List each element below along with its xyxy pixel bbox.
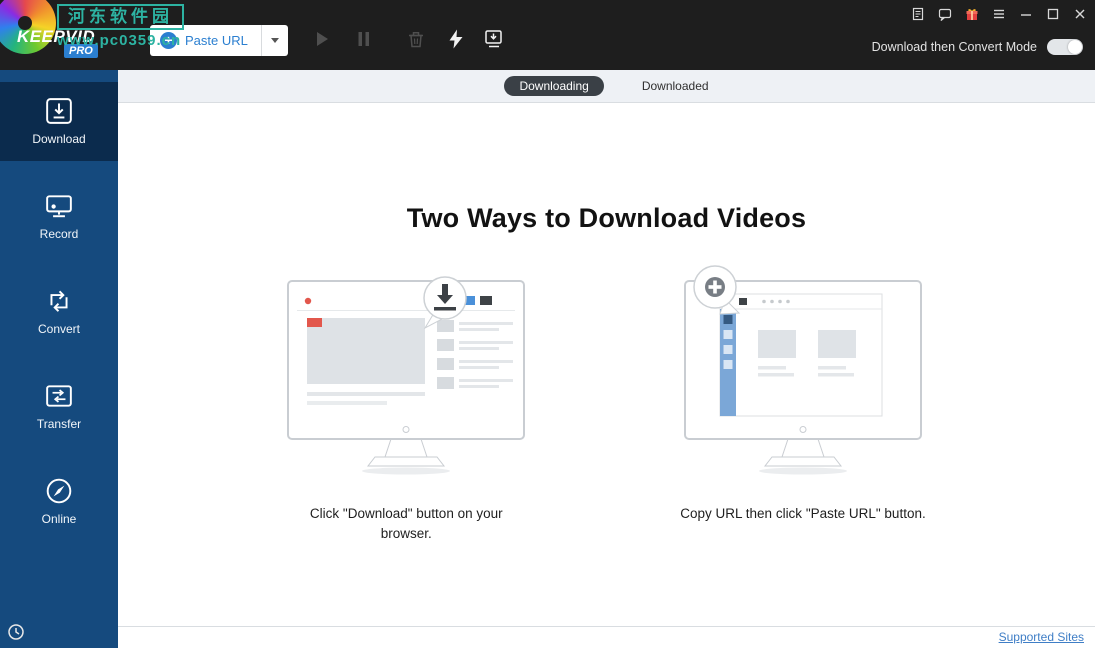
download-methods: Click "Download" button on your browser. bbox=[118, 280, 1095, 545]
sidebar-label-convert: Convert bbox=[38, 322, 80, 336]
plus-circle-icon bbox=[705, 277, 725, 297]
watermark-line1: 河东软件园 bbox=[57, 4, 184, 30]
sidebar-item-transfer[interactable]: Transfer bbox=[0, 367, 118, 446]
minimize-icon bbox=[1019, 7, 1033, 21]
paste-url-dropdown-button[interactable] bbox=[261, 25, 288, 56]
download-icon bbox=[45, 97, 73, 125]
sidebar: Download Record Convert bbox=[0, 70, 118, 648]
chevron-down-icon bbox=[271, 38, 279, 43]
sidebar-item-record[interactable]: Record bbox=[0, 177, 118, 256]
download-tabs: Downloading Downloaded bbox=[118, 70, 1095, 103]
window-controls bbox=[910, 6, 1087, 21]
maximize-button[interactable] bbox=[1045, 6, 1060, 21]
sidebar-label-transfer: Transfer bbox=[37, 417, 81, 431]
gift-button[interactable] bbox=[964, 6, 979, 21]
accelerate-button[interactable] bbox=[444, 27, 468, 51]
tab-downloaded[interactable]: Downloaded bbox=[642, 79, 709, 93]
method1-caption: Click "Download" button on your browser. bbox=[299, 504, 514, 545]
page-title: Two Ways to Download Videos bbox=[118, 203, 1095, 234]
main-panel: Downloading Downloaded Two Ways to Downl… bbox=[118, 70, 1095, 648]
mode-label: Download then Convert Mode bbox=[872, 40, 1037, 54]
minimize-button[interactable] bbox=[1018, 6, 1033, 21]
close-button[interactable] bbox=[1072, 6, 1087, 21]
menu-button[interactable] bbox=[991, 6, 1006, 21]
footer-bar: Supported Sites bbox=[118, 626, 1095, 648]
browser-monitor-illustration bbox=[287, 280, 525, 476]
trash-icon bbox=[405, 28, 427, 50]
watermark-line2: www.pc0359.cn bbox=[57, 32, 184, 50]
start-download-button[interactable] bbox=[310, 27, 334, 51]
close-icon bbox=[1073, 7, 1087, 21]
pause-download-button[interactable] bbox=[352, 27, 376, 51]
play-icon bbox=[311, 28, 333, 50]
sidebar-label-online: Online bbox=[42, 512, 77, 526]
method2-caption: Copy URL then click "Paste URL" button. bbox=[680, 504, 925, 524]
hamburger-icon bbox=[992, 7, 1006, 21]
sidebar-label-download: Download bbox=[32, 132, 85, 146]
schedule-download-icon bbox=[482, 27, 506, 51]
method-browser-download: Click "Download" button on your browser. bbox=[287, 280, 525, 545]
mode-group: Download then Convert Mode bbox=[872, 39, 1083, 55]
globe-compass-icon bbox=[45, 477, 73, 505]
convert-icon bbox=[45, 287, 73, 315]
tab-downloading[interactable]: Downloading bbox=[504, 76, 603, 96]
speech-bubble-icon bbox=[938, 7, 952, 21]
mode-toggle[interactable] bbox=[1047, 39, 1083, 55]
history-clock-button[interactable] bbox=[7, 623, 25, 641]
feedback-button[interactable] bbox=[937, 6, 952, 21]
schedule-download-button[interactable] bbox=[482, 27, 506, 51]
sidebar-label-record: Record bbox=[40, 227, 79, 241]
app-window: KEEPVID PRO 河东软件园 www.pc0359.cn + Paste … bbox=[0, 0, 1095, 648]
record-icon bbox=[45, 192, 73, 220]
sidebar-item-convert[interactable]: Convert bbox=[0, 272, 118, 351]
lightning-icon bbox=[445, 28, 467, 50]
delete-task-button[interactable] bbox=[404, 27, 428, 51]
site-watermark: 河东软件园 www.pc0359.cn bbox=[57, 4, 184, 50]
method-paste-url: Copy URL then click "Paste URL" button. bbox=[680, 280, 925, 545]
document-icon bbox=[911, 7, 925, 21]
paste-url-label: Paste URL bbox=[185, 33, 248, 48]
titlebar: KEEPVID PRO 河东软件园 www.pc0359.cn + Paste … bbox=[0, 0, 1095, 70]
clock-icon bbox=[7, 623, 25, 641]
sidebar-item-download[interactable]: Download bbox=[0, 82, 118, 161]
pause-icon bbox=[353, 28, 375, 50]
toggle-knob bbox=[1068, 40, 1082, 54]
gift-icon bbox=[965, 7, 979, 21]
app-monitor-illustration bbox=[684, 280, 922, 476]
maximize-icon bbox=[1046, 7, 1060, 21]
transfer-icon bbox=[45, 382, 73, 410]
changelog-button[interactable] bbox=[910, 6, 925, 21]
sidebar-item-online[interactable]: Online bbox=[0, 462, 118, 541]
supported-sites-link[interactable]: Supported Sites bbox=[999, 630, 1084, 644]
